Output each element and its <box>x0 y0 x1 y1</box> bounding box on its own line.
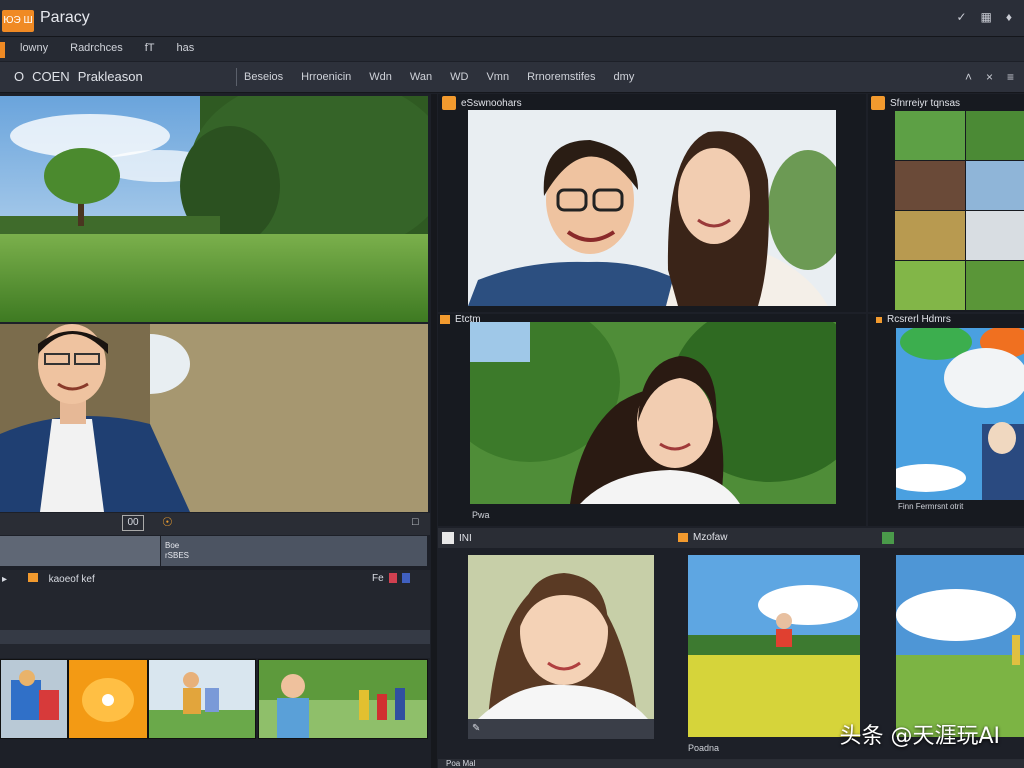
portrait-preview[interactable] <box>0 324 428 512</box>
thumb-2[interactable] <box>68 659 148 739</box>
track-1[interactable] <box>0 536 160 566</box>
tools-right-label: Fe <box>372 573 384 584</box>
toolbar-coen[interactable]: COEN <box>32 69 70 84</box>
close-icon[interactable]: × <box>986 70 993 84</box>
girl-caption: Pwa <box>472 510 490 520</box>
collage-panel-label: Sfnrreiyr tqnsas <box>871 96 960 110</box>
toolbar-project-name[interactable]: Prakleason <box>78 69 143 84</box>
title-bar <box>0 0 1024 37</box>
photo-toolbar[interactable] <box>468 719 654 739</box>
meadow-photo[interactable] <box>688 555 860 737</box>
folder-icon-4 <box>876 316 882 323</box>
tools-row: ▸ kaoeof kef <box>2 573 95 585</box>
marker-icon[interactable] <box>27 573 38 582</box>
couple-panel-label: eSswnoohars <box>442 96 522 110</box>
tab-5[interactable]: WD <box>450 71 468 83</box>
tab-3[interactable]: Wdn <box>369 71 392 83</box>
titlebar-icons: ✓ ▦ ♦ <box>956 10 1012 24</box>
balloon-panel-label: Rcsrerl Hdmrs <box>876 314 951 325</box>
collage-cell-1[interactable] <box>895 111 965 160</box>
toolbar-o[interactable]: O <box>14 69 24 84</box>
puzzle-icon[interactable]: ♦ <box>1006 10 1012 24</box>
menu-item-1[interactable]: lowny <box>20 42 48 54</box>
bottom-label-2: Mzofaw <box>678 532 727 543</box>
caret-icon[interactable]: ˄ <box>965 70 972 84</box>
folder-icon-3 <box>440 315 450 324</box>
smiling-girl-photo[interactable] <box>468 555 654 719</box>
menu-item-3[interactable]: fT <box>145 42 155 54</box>
check-icon[interactable]: ✓ <box>956 10 966 24</box>
collage-cell-3[interactable] <box>895 161 965 210</box>
menu-item-2[interactable]: Radrchces <box>70 42 123 54</box>
collage-cell-5[interactable] <box>895 211 965 260</box>
tab-8[interactable]: dmy <box>614 71 635 83</box>
collage-cell-8[interactable] <box>966 261 1024 310</box>
tab-6[interactable]: Vmn <box>486 71 509 83</box>
landscape-preview[interactable] <box>0 96 428 322</box>
play-icon[interactable]: ▸ <box>2 574 7 585</box>
tab-1[interactable]: Beseios <box>244 71 283 83</box>
collage-cell-7[interactable] <box>895 261 965 310</box>
tab-2[interactable]: Hrroenicin <box>301 71 351 83</box>
scrubber[interactable] <box>0 630 430 644</box>
menu-accent <box>0 42 5 58</box>
app-logo: ЮЭ Ш <box>2 10 34 32</box>
playback-bar <box>0 513 430 535</box>
collage-cell-2[interactable] <box>966 111 1024 160</box>
folder-icon-2 <box>871 96 885 110</box>
edit-icon[interactable]: ✎ <box>472 723 480 734</box>
balloon-caption: Finn Fermrsnt otrit <box>898 502 964 511</box>
tab-7[interactable]: Rrnoremstifes <box>527 71 595 83</box>
track-label-1: Boe <box>165 541 180 550</box>
menu-icon[interactable]: ≡ <box>1007 70 1014 84</box>
export-icon[interactable]: □ <box>412 516 419 528</box>
track-2[interactable] <box>161 536 427 566</box>
toolbar-left: O COEN Prakleason <box>14 69 143 84</box>
collage-cell-4[interactable] <box>966 161 1024 210</box>
thumb-4[interactable] <box>258 659 428 739</box>
girl-photo[interactable] <box>470 322 836 504</box>
toolbar-tabs: Beseios Hrroenicin Wdn Wan WD Vmn Rrnore… <box>244 71 634 83</box>
status-label: Poa Mal <box>446 759 476 768</box>
bottom-label-1: INI <box>442 532 472 544</box>
toolbar-separator <box>236 68 237 86</box>
folder-icon <box>442 96 456 110</box>
loop-icon[interactable]: ☉ <box>162 515 173 529</box>
thumb-1[interactable] <box>0 659 68 739</box>
collage-grid <box>895 111 1024 310</box>
green-icon[interactable] <box>882 532 894 544</box>
status-bar <box>438 759 1024 768</box>
track-label-2: rSBES <box>165 551 190 560</box>
grid-icon[interactable]: ▦ <box>981 10 992 24</box>
thumb-3[interactable] <box>148 659 256 739</box>
balloon-photo[interactable] <box>896 328 1024 500</box>
watermark: 头条 @天涯玩AI <box>839 724 1000 749</box>
color-icon[interactable] <box>401 573 410 583</box>
tools-label: kaoeof kef <box>48 574 95 585</box>
field-photo[interactable] <box>896 555 1024 737</box>
meadow-caption: Poadna <box>688 743 720 753</box>
bottom-header <box>438 528 1024 548</box>
toolbar-right: ˄ × ≡ <box>965 70 1014 84</box>
timecode-box[interactable]: 00 <box>122 515 144 531</box>
flag-icon[interactable] <box>388 573 397 583</box>
couple-photo[interactable] <box>468 110 836 306</box>
page-icon <box>442 532 454 544</box>
app-title: Paracy <box>40 9 90 26</box>
menu-items: lowny Radrchces fT has <box>20 42 194 54</box>
collage-cell-6[interactable] <box>966 211 1024 260</box>
panel-divider[interactable] <box>431 94 437 768</box>
tools-right: Fe <box>372 573 410 584</box>
menu-item-4[interactable]: has <box>176 42 194 54</box>
tab-4[interactable]: Wan <box>410 71 432 83</box>
folder-icon-5 <box>678 533 688 542</box>
